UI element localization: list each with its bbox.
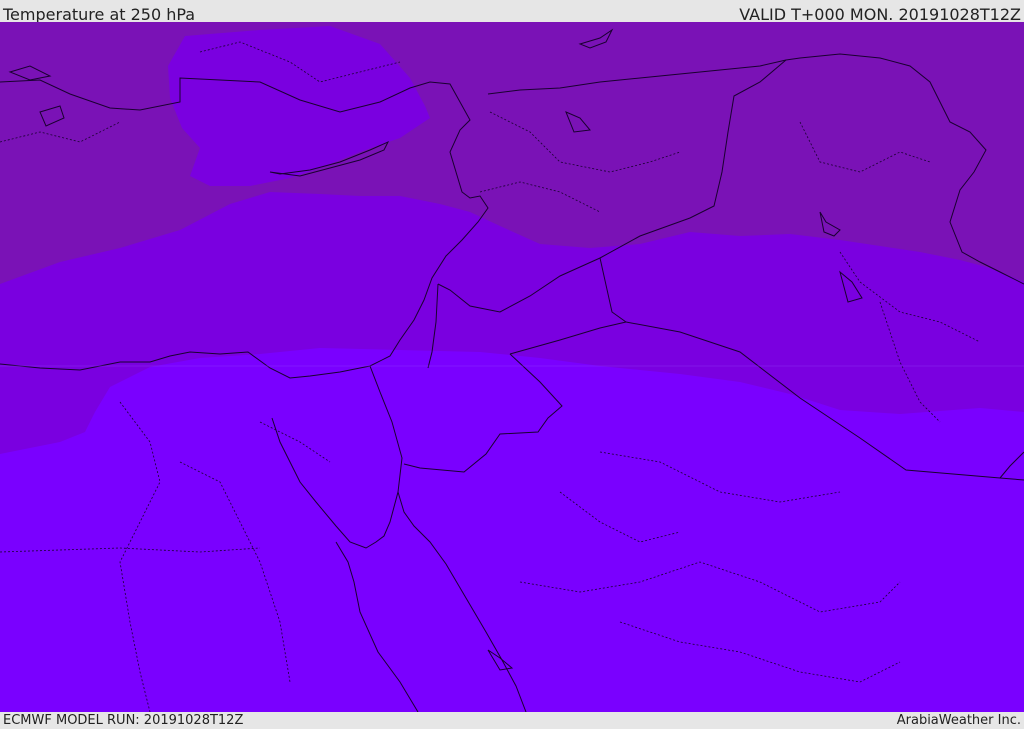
map-canvas	[0, 22, 1024, 712]
model-run-label: ECMWF MODEL RUN: 20191028T12Z	[3, 713, 244, 728]
header-bar: Temperature at 250 hPa VALID T+000 MON. …	[0, 0, 1024, 24]
credit-label: ArabiaWeather Inc.	[896, 713, 1021, 728]
footer-bar: ECMWF MODEL RUN: 20191028T12Z ArabiaWeat…	[0, 712, 1024, 729]
weather-map[interactable]	[0, 22, 1024, 712]
